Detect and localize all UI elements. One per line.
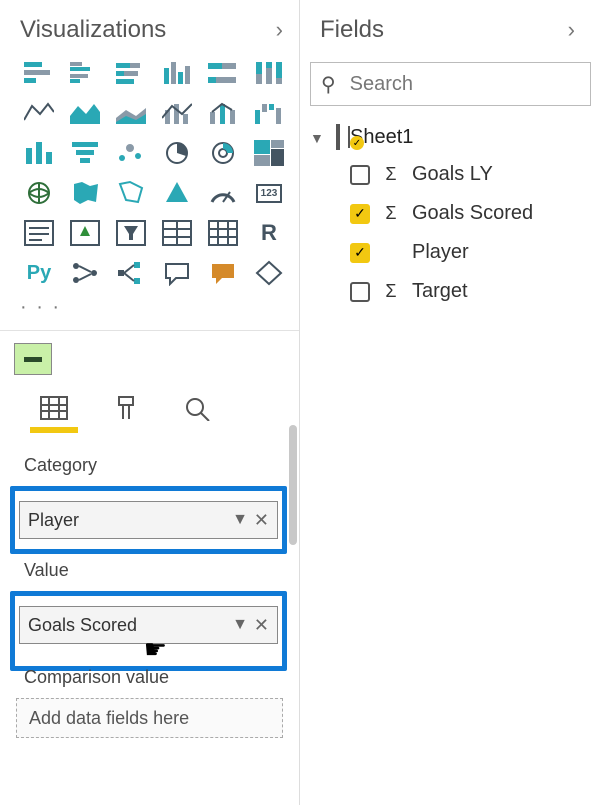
collapse-visualizations-icon[interactable]: › — [276, 17, 283, 43]
card-icon[interactable]: 123 — [250, 178, 288, 208]
visualization-gallery: 123 R Py — [0, 54, 299, 296]
slicer-icon[interactable] — [112, 218, 150, 248]
fields-panel: Fields › ⚲ Search ▼ ✓ Sheet1 Σ Goals LY … — [300, 0, 591, 805]
comparison-well-placeholder[interactable]: Add data fields here — [16, 698, 283, 738]
stacked-area-chart-icon[interactable] — [112, 98, 150, 128]
value-well-label: Value — [24, 560, 293, 581]
comparison-placeholder-text: Add data fields here — [29, 708, 189, 729]
clustered-column-chart-icon[interactable] — [158, 58, 196, 88]
shape-map-icon[interactable] — [112, 178, 150, 208]
decomposition-tree-icon[interactable] — [112, 258, 150, 288]
python-visual-icon[interactable]: Py — [20, 258, 58, 288]
field-name: Goals Scored — [412, 202, 533, 225]
search-placeholder: Search — [350, 73, 413, 96]
table-node[interactable]: ▼ ✓ Sheet1 — [300, 106, 591, 155]
key-influencers-icon[interactable] — [66, 258, 104, 288]
gauge-chart-icon[interactable] — [204, 178, 242, 208]
selected-visual-thumbnail[interactable] — [14, 343, 52, 375]
expand-icon[interactable]: ▼ — [310, 130, 326, 146]
hundred-stacked-bar-icon[interactable] — [204, 58, 242, 88]
sigma-icon: Σ — [382, 203, 400, 224]
line-column-chart-icon[interactable] — [158, 98, 196, 128]
analytics-tab[interactable] — [180, 393, 216, 423]
stacked-bar-chart-icon[interactable] — [20, 58, 58, 88]
funnel-chart-icon[interactable] — [66, 138, 104, 168]
collapse-fields-icon[interactable]: › — [568, 17, 575, 43]
checkbox-goals-ly[interactable] — [350, 165, 370, 185]
visualizations-title: Visualizations — [20, 16, 166, 44]
category-field-remove-icon[interactable]: ✕ — [254, 510, 269, 531]
category-field-menu-icon[interactable]: ▼ — [232, 511, 248, 529]
waterfall-chart-icon[interactable] — [250, 98, 288, 128]
category-field-name: Player — [28, 510, 79, 531]
fields-title: Fields — [320, 16, 384, 44]
checkbox-player[interactable]: ✓ — [350, 243, 370, 263]
fields-header: Fields › — [300, 10, 591, 54]
visualizations-header: Visualizations › — [0, 10, 299, 54]
table-icon[interactable] — [158, 218, 196, 248]
qa-visual-icon[interactable] — [158, 258, 196, 288]
fields-tab[interactable] — [36, 393, 72, 423]
map-icon[interactable] — [20, 178, 58, 208]
table-icon: ✓ — [336, 126, 340, 149]
value-field-menu-icon[interactable]: ▼ — [232, 616, 248, 634]
stacked-column-chart-icon[interactable] — [112, 58, 150, 88]
clustered-bar-chart-icon[interactable] — [66, 58, 104, 88]
checkbox-target[interactable] — [350, 282, 370, 302]
category-field-pill[interactable]: Player ▼ ✕ — [19, 501, 278, 539]
value-field-pill[interactable]: Goals Scored ▼ ✕ ☛ — [19, 606, 278, 644]
column-chart-icon[interactable] — [20, 138, 58, 168]
wells-scrollbar[interactable] — [289, 425, 297, 545]
multi-row-card-icon[interactable] — [20, 218, 58, 248]
sigma-icon: Σ — [382, 281, 400, 302]
paginated-report-icon[interactable] — [250, 258, 288, 288]
field-name: Player — [412, 241, 469, 264]
field-row-target[interactable]: Σ Target — [300, 272, 591, 311]
format-tab[interactable] — [108, 393, 144, 423]
ribbon-chart-icon[interactable] — [204, 98, 242, 128]
field-name: Goals LY — [412, 163, 493, 186]
area-chart-icon[interactable] — [66, 98, 104, 128]
category-well-label: Category — [24, 455, 293, 476]
filled-map-icon[interactable] — [66, 178, 104, 208]
donut-chart-icon[interactable] — [204, 138, 242, 168]
visualizations-panel: Visualizations › 123 — [0, 0, 300, 805]
pie-chart-icon[interactable] — [158, 138, 196, 168]
field-wells: Category Player ▼ ✕ Value Goals Scored ▼… — [0, 423, 299, 738]
value-field-name: Goals Scored — [28, 615, 137, 636]
category-well-highlight: Player ▼ ✕ — [10, 486, 287, 554]
field-name: Target — [412, 280, 468, 303]
field-row-goals-scored[interactable]: ✓ Σ Goals Scored — [300, 194, 591, 233]
property-tabs — [0, 375, 299, 423]
smart-narrative-icon[interactable] — [204, 258, 242, 288]
fields-search-input[interactable]: ⚲ Search — [310, 62, 591, 106]
checkbox-goals-scored[interactable]: ✓ — [350, 204, 370, 224]
search-icon: ⚲ — [321, 72, 336, 97]
line-chart-icon[interactable] — [20, 98, 58, 128]
treemap-chart-icon[interactable] — [250, 138, 288, 168]
matrix-icon[interactable] — [204, 218, 242, 248]
field-row-goals-ly[interactable]: Σ Goals LY — [300, 155, 591, 194]
hundred-stacked-column-icon[interactable] — [250, 58, 288, 88]
sigma-icon: Σ — [382, 164, 400, 185]
comparison-well-label: Comparison value — [24, 667, 293, 688]
value-field-remove-icon[interactable]: ✕ — [254, 615, 269, 636]
kpi-icon[interactable] — [66, 218, 104, 248]
more-visuals-icon[interactable]: · · · — [0, 296, 299, 322]
azure-map-icon[interactable] — [158, 178, 196, 208]
field-row-player[interactable]: ✓ Σ Player — [300, 233, 591, 272]
value-well-highlight: Goals Scored ▼ ✕ ☛ — [10, 591, 287, 671]
scatter-chart-icon[interactable] — [112, 138, 150, 168]
cursor-hand-icon: ☛ — [144, 634, 167, 665]
r-visual-icon[interactable]: R — [250, 218, 288, 248]
